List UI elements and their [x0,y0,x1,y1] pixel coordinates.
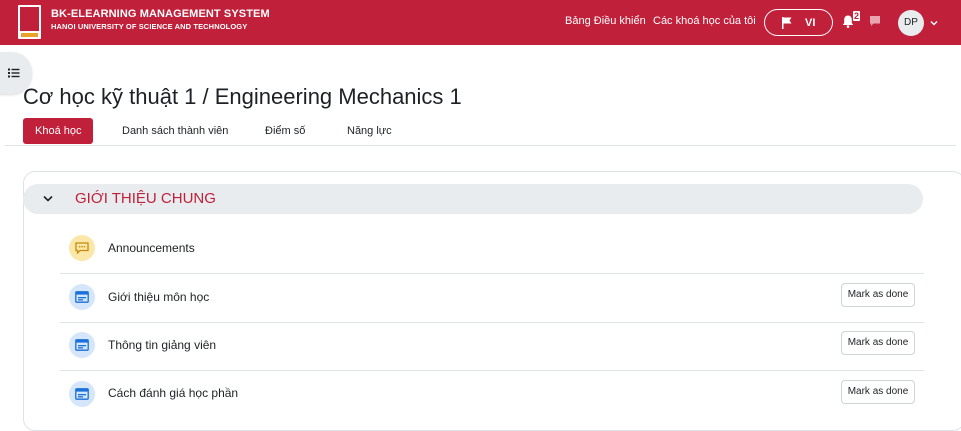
user-avatar[interactable]: DP [898,10,924,36]
activity-link-announcements[interactable]: Announcements [108,241,195,255]
site-brand[interactable]: BK-ELEARNING MANAGEMENT SYSTEM HANOI UNI… [51,9,270,31]
row-divider [60,370,924,371]
language-label: VI [805,17,816,29]
tab-participants[interactable]: Danh sách thành viên [122,118,228,144]
site-title: BK-ELEARNING MANAGEMENT SYSTEM [51,8,270,20]
language-button[interactable]: VI [764,9,833,36]
row-divider [60,322,924,323]
tab-course[interactable]: Khoá học [23,118,94,144]
mark-as-done-button[interactable]: Mark as done [841,283,915,307]
page-title: Cơ học kỹ thuật 1 / Engineering Mechanic… [23,84,462,109]
page-icon [69,332,95,358]
list-icon [8,68,20,78]
activity-link-lecturer-info[interactable]: Thông tin giảng viên [108,338,216,352]
forum-icon [69,235,95,261]
site-subtitle: HANOI UNIVERSITY OF SCIENCE AND TECHNOLO… [51,22,248,31]
page-icon [69,381,95,407]
message-icon[interactable] [869,15,881,27]
mark-as-done-button[interactable]: Mark as done [841,331,915,355]
activity-link-course-intro[interactable]: Giới thiệu môn học [108,290,209,304]
section-title[interactable]: GIỚI THIỆU CHUNG [75,190,216,207]
notification-count-badge: 2 [853,11,861,21]
university-logo[interactable] [18,5,41,39]
top-navbar: BK-ELEARNING MANAGEMENT SYSTEM HANOI UNI… [0,0,961,45]
flag-icon [782,17,792,29]
nav-dashboard-link[interactable]: Bảng Điều khiển [565,15,646,27]
activity-link-assessment[interactable]: Cách đánh giá học phần [108,386,238,400]
tab-grades[interactable]: Điểm số [265,118,305,144]
chevron-down-icon[interactable] [930,20,938,26]
nav-my-courses-link[interactable]: Các khoá học của tôi [653,15,756,27]
row-divider [60,273,924,274]
chevron-down-icon[interactable] [43,195,53,202]
page-icon [69,284,95,310]
tabs-divider [5,145,956,146]
tab-competencies[interactable]: Năng lực [347,118,392,144]
mark-as-done-button[interactable]: Mark as done [841,380,915,404]
